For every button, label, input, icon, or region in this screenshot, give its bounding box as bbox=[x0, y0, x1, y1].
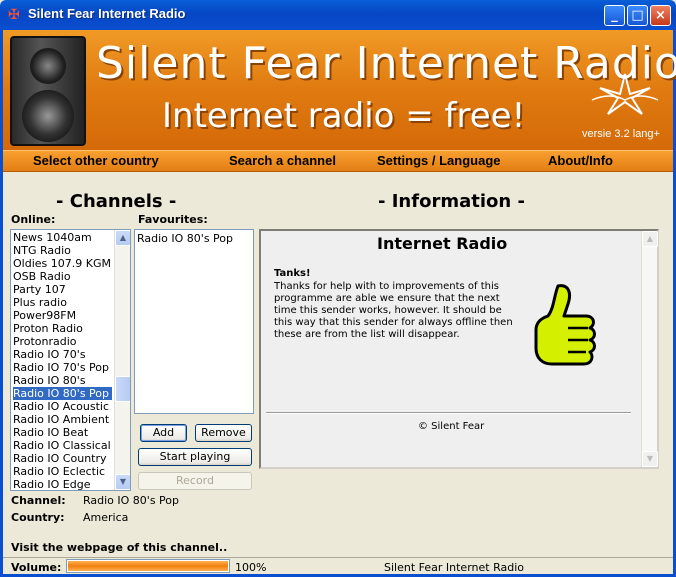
info-divider bbox=[266, 412, 631, 414]
info-subtitle: Tanks! bbox=[274, 268, 311, 279]
country-label: Country: bbox=[11, 511, 65, 524]
favourite-item[interactable]: Radio IO 80's Pop bbox=[137, 232, 233, 245]
menu-search-channel[interactable]: Search a channel bbox=[229, 153, 336, 168]
channel-value: Radio IO 80's Pop bbox=[83, 494, 180, 507]
maximize-button[interactable]: □ bbox=[627, 5, 648, 26]
record-button[interactable]: Record bbox=[138, 472, 252, 490]
speaker-woofer bbox=[22, 90, 74, 142]
volume-label: Volume: bbox=[11, 561, 62, 574]
list-item[interactable]: Power98FM bbox=[13, 309, 112, 322]
menu-settings-language[interactable]: Settings / Language bbox=[377, 153, 501, 168]
list-item[interactable]: Radio IO 80's bbox=[13, 374, 112, 387]
menu-about-info[interactable]: About/Info bbox=[548, 153, 613, 168]
list-item[interactable]: Plus radio bbox=[13, 296, 112, 309]
info-body: Thanks for help with to improvements of … bbox=[274, 281, 513, 340]
menu-select-country[interactable]: Select other country bbox=[33, 153, 159, 168]
scroll-thumb[interactable] bbox=[115, 376, 130, 402]
channels-heading: - Channels - bbox=[56, 191, 177, 212]
banner-title: Silent Fear Internet Radio bbox=[96, 38, 676, 89]
volume-fill bbox=[68, 561, 228, 571]
favourites-list[interactable]: Radio IO 80's Pop bbox=[134, 229, 254, 414]
close-icon: × bbox=[655, 8, 666, 23]
list-item[interactable]: Proton Radio bbox=[13, 322, 112, 335]
status-text: Silent Fear Internet Radio bbox=[384, 561, 524, 574]
banner-slogan: Internet radio = free! bbox=[162, 96, 526, 136]
volume-percent: 100% bbox=[235, 561, 267, 574]
channel-webpage-link[interactable]: Visit the webpage of this channel.. bbox=[11, 541, 227, 554]
list-item[interactable]: Radio IO Eclectic bbox=[13, 465, 112, 478]
list-item[interactable]: Radio IO Classical bbox=[13, 439, 112, 452]
thumbs-up-icon bbox=[534, 284, 596, 366]
maximize-icon: □ bbox=[631, 8, 644, 23]
favourites-label: Favourites: bbox=[138, 213, 208, 226]
list-item[interactable]: Radio IO 70's bbox=[13, 348, 112, 361]
close-button[interactable]: × bbox=[650, 5, 671, 26]
list-item[interactable]: Party 107 bbox=[13, 283, 112, 296]
scroll-up-icon[interactable]: ▲ bbox=[115, 230, 130, 246]
list-item[interactable]: Radio IO 80's Pop bbox=[13, 387, 112, 400]
channel-label: Channel: bbox=[11, 494, 66, 507]
list-item[interactable]: OSB Radio bbox=[13, 270, 112, 283]
list-item[interactable]: Radio IO Ambient bbox=[13, 413, 112, 426]
info-copyright: © Silent Fear bbox=[418, 421, 485, 432]
list-item[interactable]: News 1040am bbox=[13, 231, 112, 244]
list-item[interactable]: NTG Radio bbox=[13, 244, 112, 257]
list-item[interactable]: Radio IO Beat bbox=[13, 426, 112, 439]
version-label: versie 3.2 lang+ bbox=[582, 128, 660, 140]
country-value: America bbox=[83, 511, 129, 524]
window-title: Silent Fear Internet Radio bbox=[28, 6, 186, 21]
silent-fear-logo-icon bbox=[591, 73, 659, 115]
list-item[interactable]: Protonradio bbox=[13, 335, 112, 348]
volume-slider[interactable] bbox=[66, 559, 230, 573]
speaker-tweeter bbox=[30, 48, 66, 84]
online-channel-list[interactable]: News 1040am NTG Radio Oldies 107.9 KGM OSB … bbox=[10, 229, 131, 491]
app-logo-icon: ✠ bbox=[8, 7, 20, 23]
list-item[interactable]: Radio IO 70's Pop bbox=[13, 361, 112, 374]
info-scroll-up-icon[interactable]: ▲ bbox=[642, 231, 658, 247]
scroll-down-icon[interactable]: ▼ bbox=[115, 474, 130, 490]
speaker-icon bbox=[10, 36, 86, 146]
title-bar[interactable]: ✠ Silent Fear Internet Radio _ □ × bbox=[0, 0, 676, 30]
minimize-icon: _ bbox=[611, 8, 618, 23]
list-item[interactable]: Oldies 107.9 KGM bbox=[13, 257, 112, 270]
info-scroll-down-icon[interactable]: ▼ bbox=[642, 451, 658, 467]
remove-button[interactable]: Remove bbox=[195, 424, 252, 442]
information-heading: - Information - bbox=[378, 191, 525, 212]
list-item[interactable]: Radio IO Edge bbox=[13, 478, 112, 490]
minimize-button[interactable]: _ bbox=[604, 5, 625, 26]
list-item[interactable]: Radio IO Country bbox=[13, 452, 112, 465]
add-button[interactable]: Add bbox=[140, 424, 187, 442]
info-title: Internet Radio bbox=[377, 234, 508, 253]
online-list-scrollbar[interactable]: ▲ ▼ bbox=[114, 230, 130, 490]
start-playing-button[interactable]: Start playing bbox=[138, 448, 252, 466]
info-scrollbar[interactable]: ▲ ▼ bbox=[641, 231, 658, 467]
list-item[interactable]: Radio IO Acoustic bbox=[13, 400, 112, 413]
online-label: Online: bbox=[11, 213, 56, 226]
